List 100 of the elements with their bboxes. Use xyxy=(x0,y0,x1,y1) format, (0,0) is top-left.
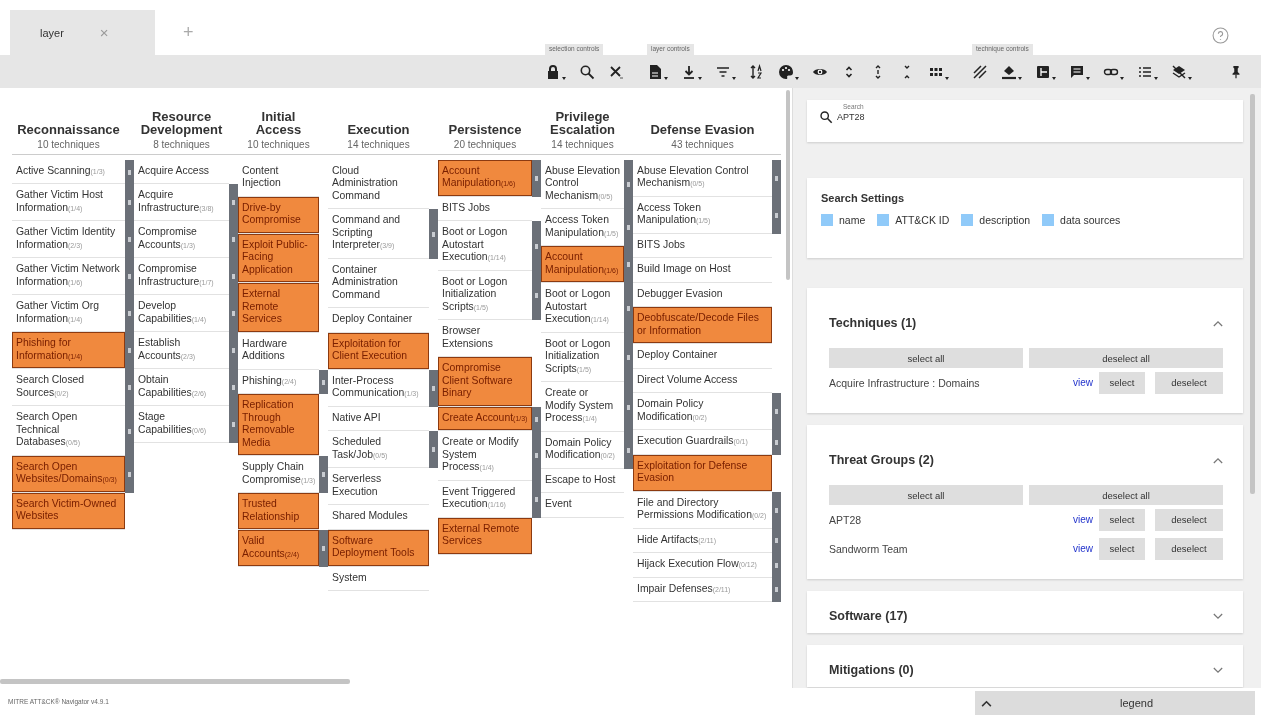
search-icon[interactable] xyxy=(579,63,595,80)
section-title[interactable]: Mitigations (0) xyxy=(829,663,914,677)
checkbox-label[interactable]: ATT&CK ID xyxy=(895,214,950,226)
help-icon[interactable] xyxy=(1212,27,1229,44)
subtechnique-toggle[interactable] xyxy=(429,431,438,469)
legend-label[interactable]: legend xyxy=(1120,697,1154,709)
subtechnique-toggle[interactable] xyxy=(772,491,781,529)
technique-cell[interactable]: Hardware Additions xyxy=(238,332,319,370)
technique-cell[interactable]: Container Administration Command xyxy=(328,258,429,309)
comment-icon[interactable] xyxy=(1069,63,1085,80)
checkbox[interactable] xyxy=(821,214,833,226)
subtechnique-toggle[interactable] xyxy=(125,160,134,185)
technique-cell[interactable]: BITS Jobs xyxy=(438,196,532,222)
dropdown-caret-icon[interactable] xyxy=(664,75,668,80)
subtechnique-toggle[interactable] xyxy=(319,456,328,494)
deselect-all-button[interactable]: deselect all xyxy=(1029,348,1223,368)
technique-cell[interactable]: Compromise Client Software Binary xyxy=(438,357,532,407)
sort-icon[interactable] xyxy=(749,63,765,80)
technique-cell[interactable]: External Remote Services xyxy=(438,517,532,555)
subtechnique-toggle[interactable] xyxy=(532,160,541,197)
subtechnique-toggle[interactable] xyxy=(532,406,541,432)
technique-cell[interactable]: Serverless Execution xyxy=(328,468,429,506)
view-link[interactable]: view xyxy=(1073,377,1093,388)
subtechnique-toggle[interactable] xyxy=(532,480,541,518)
technique-cell[interactable]: Search Victim-Owned Websites xyxy=(12,492,125,530)
subtechnique-toggle[interactable] xyxy=(772,160,781,197)
technique-cell[interactable]: Exploitation for Client Execution xyxy=(328,332,429,370)
legend-bar[interactable]: legend xyxy=(975,691,1255,715)
scrollbar[interactable] xyxy=(786,90,790,280)
dropdown-caret-icon[interactable] xyxy=(1154,75,1158,80)
subtechnique-toggle[interactable] xyxy=(772,430,781,455)
subtechnique-toggle[interactable] xyxy=(772,577,781,603)
checkbox-label[interactable]: description xyxy=(979,214,1031,226)
section-title[interactable]: Techniques (1) xyxy=(829,316,917,330)
chevron-up-icon[interactable] xyxy=(981,699,992,707)
select-all-button[interactable]: select all xyxy=(829,485,1023,505)
technique-cell[interactable]: Exploit Public-Facing Application xyxy=(238,233,319,284)
technique-cell[interactable]: External Remote Services xyxy=(238,283,319,333)
technique-cell[interactable]: Deploy Container xyxy=(328,308,429,333)
layer-tab[interactable]: layer × xyxy=(10,10,155,55)
dropdown-caret-icon[interactable] xyxy=(1120,75,1124,80)
checkbox[interactable] xyxy=(1042,214,1055,226)
technique-cell[interactable]: Event xyxy=(541,493,624,518)
checkbox-label[interactable]: name xyxy=(839,214,866,226)
checkbox[interactable] xyxy=(877,214,890,226)
deselect-button[interactable]: deselect xyxy=(1155,537,1223,560)
subtechnique-toggle[interactable] xyxy=(532,221,541,271)
view-link[interactable]: view xyxy=(1073,543,1093,554)
technique-cell[interactable]: Build Image on Host xyxy=(633,258,772,283)
view-link[interactable]: view xyxy=(1073,514,1093,525)
dropdown-caret-icon[interactable] xyxy=(1188,75,1192,80)
section-title[interactable]: Threat Groups (2) xyxy=(829,453,934,467)
file-icon[interactable] xyxy=(647,63,663,80)
dropdown-caret-icon[interactable] xyxy=(562,75,566,80)
dropdown-caret-icon[interactable] xyxy=(1018,75,1022,80)
subtechnique-toggle[interactable] xyxy=(772,393,781,431)
chevron-up-icon[interactable] xyxy=(1213,456,1223,464)
subtechnique-toggle[interactable] xyxy=(229,406,238,444)
section-title[interactable]: Software (17) xyxy=(829,609,908,623)
subtechnique-toggle[interactable] xyxy=(125,455,134,493)
technique-cell[interactable]: Deploy Container xyxy=(633,344,772,369)
subtechnique-toggle[interactable] xyxy=(319,369,328,395)
technique-cell[interactable]: Direct Volume Access xyxy=(633,368,772,394)
technique-cell[interactable]: Replication Through Removable Media xyxy=(238,394,319,457)
palette-icon[interactable] xyxy=(778,63,794,80)
chevron-down-icon[interactable] xyxy=(1213,666,1223,674)
dropdown-caret-icon[interactable] xyxy=(795,75,799,80)
tab-label[interactable]: layer xyxy=(40,26,64,39)
scrollbar[interactable] xyxy=(1250,94,1255,494)
select-all-button[interactable]: select all xyxy=(829,348,1023,368)
chevron-down-icon[interactable] xyxy=(1213,612,1223,620)
dropdown-caret-icon[interactable] xyxy=(1086,75,1090,80)
technique-cell[interactable]: Shared Modules xyxy=(328,505,429,530)
deselect-button[interactable]: deselect xyxy=(1155,508,1223,531)
technique-cell[interactable]: Software Deployment Tools xyxy=(328,529,429,567)
close-icon[interactable] xyxy=(608,63,624,80)
technique-cell[interactable]: Cloud Administration Command xyxy=(328,160,429,210)
technique-cell[interactable]: Acquire Access xyxy=(134,160,229,185)
technique-cell[interactable]: Native API xyxy=(328,406,429,432)
technique-cell[interactable]: Drive-by Compromise xyxy=(238,196,319,234)
select-button[interactable]: select xyxy=(1099,371,1145,394)
checkbox[interactable] xyxy=(961,214,974,226)
technique-cell[interactable]: Trusted Relationship xyxy=(238,493,319,531)
dropdown-caret-icon[interactable] xyxy=(1052,75,1056,80)
subtechnique-toggle[interactable] xyxy=(624,431,633,469)
fill-color-icon[interactable] xyxy=(1001,63,1017,80)
technique-cell[interactable]: Exploitation for Defense Evasion xyxy=(633,454,772,492)
subtechnique-toggle[interactable] xyxy=(772,196,781,234)
chevron-up-icon[interactable] xyxy=(1213,319,1223,327)
deselect-all-button[interactable]: deselect all xyxy=(1029,485,1223,505)
technique-cell[interactable]: Deobfuscate/Decode Files or Information xyxy=(633,307,772,345)
select-button[interactable]: select xyxy=(1099,537,1145,560)
subtechnique-toggle[interactable] xyxy=(429,209,438,259)
subtechnique-toggle[interactable] xyxy=(532,270,541,321)
lock-icon[interactable] xyxy=(545,63,561,80)
subtechnique-toggle[interactable] xyxy=(229,184,238,222)
checkbox-label[interactable]: data sources xyxy=(1060,214,1121,226)
dropdown-caret-icon[interactable] xyxy=(732,75,736,80)
dropdown-caret-icon[interactable] xyxy=(945,75,949,80)
subtechnique-toggle[interactable] xyxy=(429,369,438,407)
